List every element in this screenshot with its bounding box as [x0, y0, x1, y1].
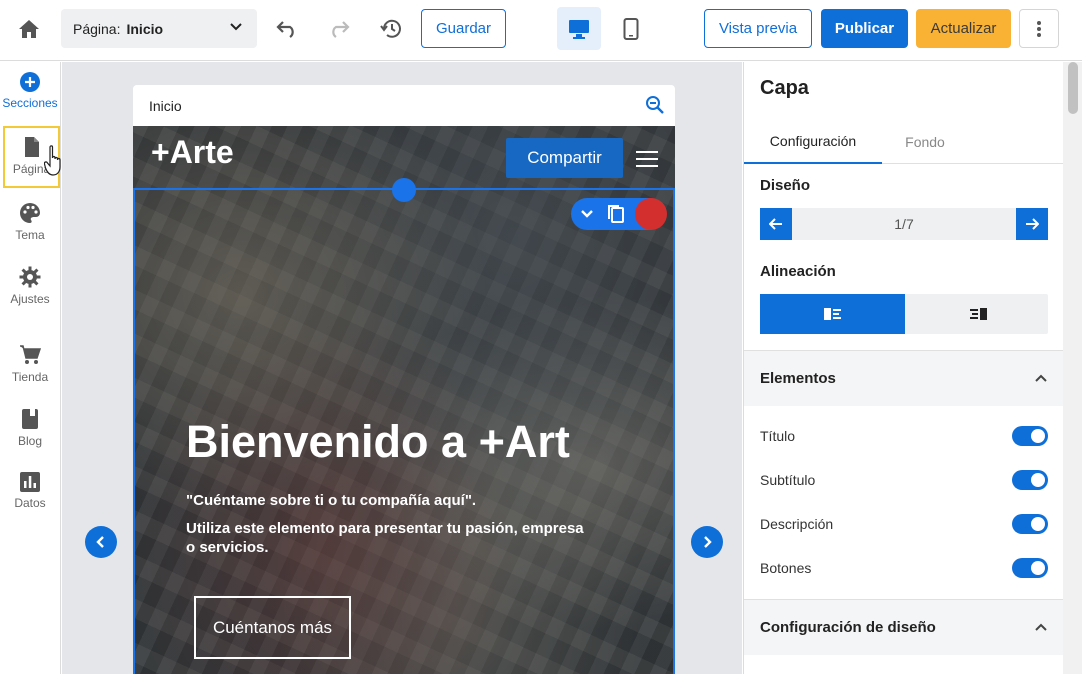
toggle-row-buttons: Botones	[760, 556, 1048, 580]
toggle-label: Botones	[760, 560, 812, 576]
tab-background[interactable]: Fondo	[882, 120, 968, 164]
top-toolbar: Página: Inicio Guardar Vista previa Publ…	[0, 0, 1082, 61]
sidebar-item-store[interactable]: Tienda	[0, 344, 60, 400]
home-icon[interactable]	[14, 14, 44, 44]
design-label: Diseño	[760, 177, 811, 194]
menu-icon[interactable]	[636, 151, 658, 167]
chevron-down-icon[interactable]	[579, 206, 595, 227]
align-left-icon	[823, 308, 841, 320]
cart-icon	[20, 345, 41, 364]
subtitle-toggle[interactable]	[1012, 470, 1048, 490]
page-icon	[24, 137, 39, 157]
elements-section-title: Elementos	[760, 370, 836, 387]
design-previous-button[interactable]	[760, 208, 792, 240]
editor-canvas: Inicio +Arte Compartir Bienvenido a +Art…	[62, 62, 742, 674]
panel-tabs: Configuración Fondo	[744, 120, 1063, 164]
chevron-right-icon	[704, 536, 712, 548]
page-selector-value: Inicio	[126, 20, 164, 37]
mobile-view-button[interactable]	[614, 12, 648, 46]
selected-layer-outline	[133, 188, 675, 674]
preview-page-name: Inicio	[149, 97, 182, 114]
next-slide-button[interactable]	[691, 526, 723, 558]
sidebar-item-label: Secciones	[2, 96, 58, 110]
sidebar-item-sections[interactable]: Secciones	[0, 72, 60, 128]
history-icon[interactable]	[376, 14, 406, 44]
mobile-icon	[623, 18, 639, 40]
undo-icon[interactable]	[272, 14, 302, 44]
site-logo[interactable]: +Arte	[151, 134, 234, 171]
hero-section[interactable]: +Arte Compartir Bienvenido a +Art "Cuént…	[133, 126, 675, 674]
toggle-row-description: Descripción	[760, 512, 1048, 536]
gear-icon	[19, 266, 41, 288]
align-left-button[interactable]	[760, 294, 905, 334]
page-selector-label: Página:	[73, 20, 121, 37]
desktop-view-button[interactable]	[557, 7, 601, 50]
sidebar-item-label: Tienda	[11, 370, 49, 384]
buttons-toggle[interactable]	[1012, 558, 1048, 578]
toggle-row-title: Título	[760, 424, 1048, 448]
book-icon	[22, 409, 38, 429]
design-stepper: 1/7	[760, 208, 1048, 240]
zoom-icon[interactable]	[645, 95, 665, 118]
layout-settings-title: Configuración de diseño	[760, 619, 936, 636]
design-next-button[interactable]	[1016, 208, 1048, 240]
sidebar-item-label: Blog	[17, 434, 43, 448]
layout-settings-section-header[interactable]: Configuración de diseño	[744, 599, 1063, 655]
panel-title: Capa	[760, 77, 809, 99]
palette-icon	[20, 203, 40, 223]
page-selector[interactable]: Página: Inicio	[61, 9, 257, 48]
chevron-left-icon	[96, 536, 104, 548]
sidebar-item-settings[interactable]: Ajustes	[0, 266, 60, 322]
redo-icon[interactable]	[324, 14, 354, 44]
preview-button[interactable]: Vista previa	[704, 9, 812, 48]
update-button[interactable]: Actualizar	[916, 9, 1011, 48]
elements-section-header[interactable]: Elementos	[744, 350, 1063, 406]
align-right-icon	[969, 308, 987, 320]
add-circle-icon	[20, 72, 40, 92]
bar-chart-icon	[20, 472, 40, 492]
chevron-up-icon	[1034, 371, 1048, 389]
toggle-label: Subtítulo	[760, 472, 816, 488]
chevron-up-icon	[1034, 620, 1048, 638]
panel-scrollbar[interactable]	[1063, 62, 1082, 674]
arrow-left-icon	[769, 218, 782, 230]
align-right-button[interactable]	[905, 294, 1050, 334]
chevron-down-icon	[229, 20, 243, 37]
properties-panel: Capa Configuración Fondo Diseño 1/7 Alin…	[743, 62, 1063, 674]
arrow-right-icon	[1026, 218, 1039, 230]
sidebar-item-data[interactable]: Datos	[0, 472, 60, 528]
page-preview-header: Inicio	[133, 85, 675, 126]
publish-button[interactable]: Publicar	[821, 9, 908, 48]
description-toggle[interactable]	[1012, 514, 1048, 534]
desktop-icon	[569, 19, 589, 39]
toggle-row-subtitle: Subtítulo	[760, 468, 1048, 492]
sidebar-item-label: Ajustes	[10, 292, 50, 306]
scrollbar-thumb[interactable]	[1068, 62, 1078, 114]
toggle-label: Título	[760, 428, 796, 444]
sidebar-item-label: Datos	[14, 496, 46, 510]
layer-toolbar	[571, 198, 667, 230]
sidebar-item-label: Tema	[15, 228, 45, 242]
more-vertical-icon	[1037, 20, 1041, 37]
alignment-selector	[760, 294, 1048, 334]
design-value: 1/7	[894, 216, 914, 232]
copy-icon[interactable]	[607, 204, 625, 229]
tab-configuration[interactable]: Configuración	[744, 120, 882, 164]
save-button[interactable]: Guardar	[421, 9, 506, 48]
sidebar-item-theme[interactable]: Tema	[0, 202, 60, 258]
sidebar-item-blog[interactable]: Blog	[0, 408, 60, 464]
alignment-label: Alineación	[760, 263, 836, 280]
toggle-label: Descripción	[760, 516, 834, 532]
previous-slide-button[interactable]	[85, 526, 117, 558]
share-button[interactable]: Compartir	[506, 138, 623, 178]
title-toggle[interactable]	[1012, 426, 1048, 446]
more-options-button[interactable]	[1019, 9, 1059, 48]
resize-handle[interactable]	[392, 178, 416, 202]
delete-button[interactable]	[635, 198, 667, 230]
